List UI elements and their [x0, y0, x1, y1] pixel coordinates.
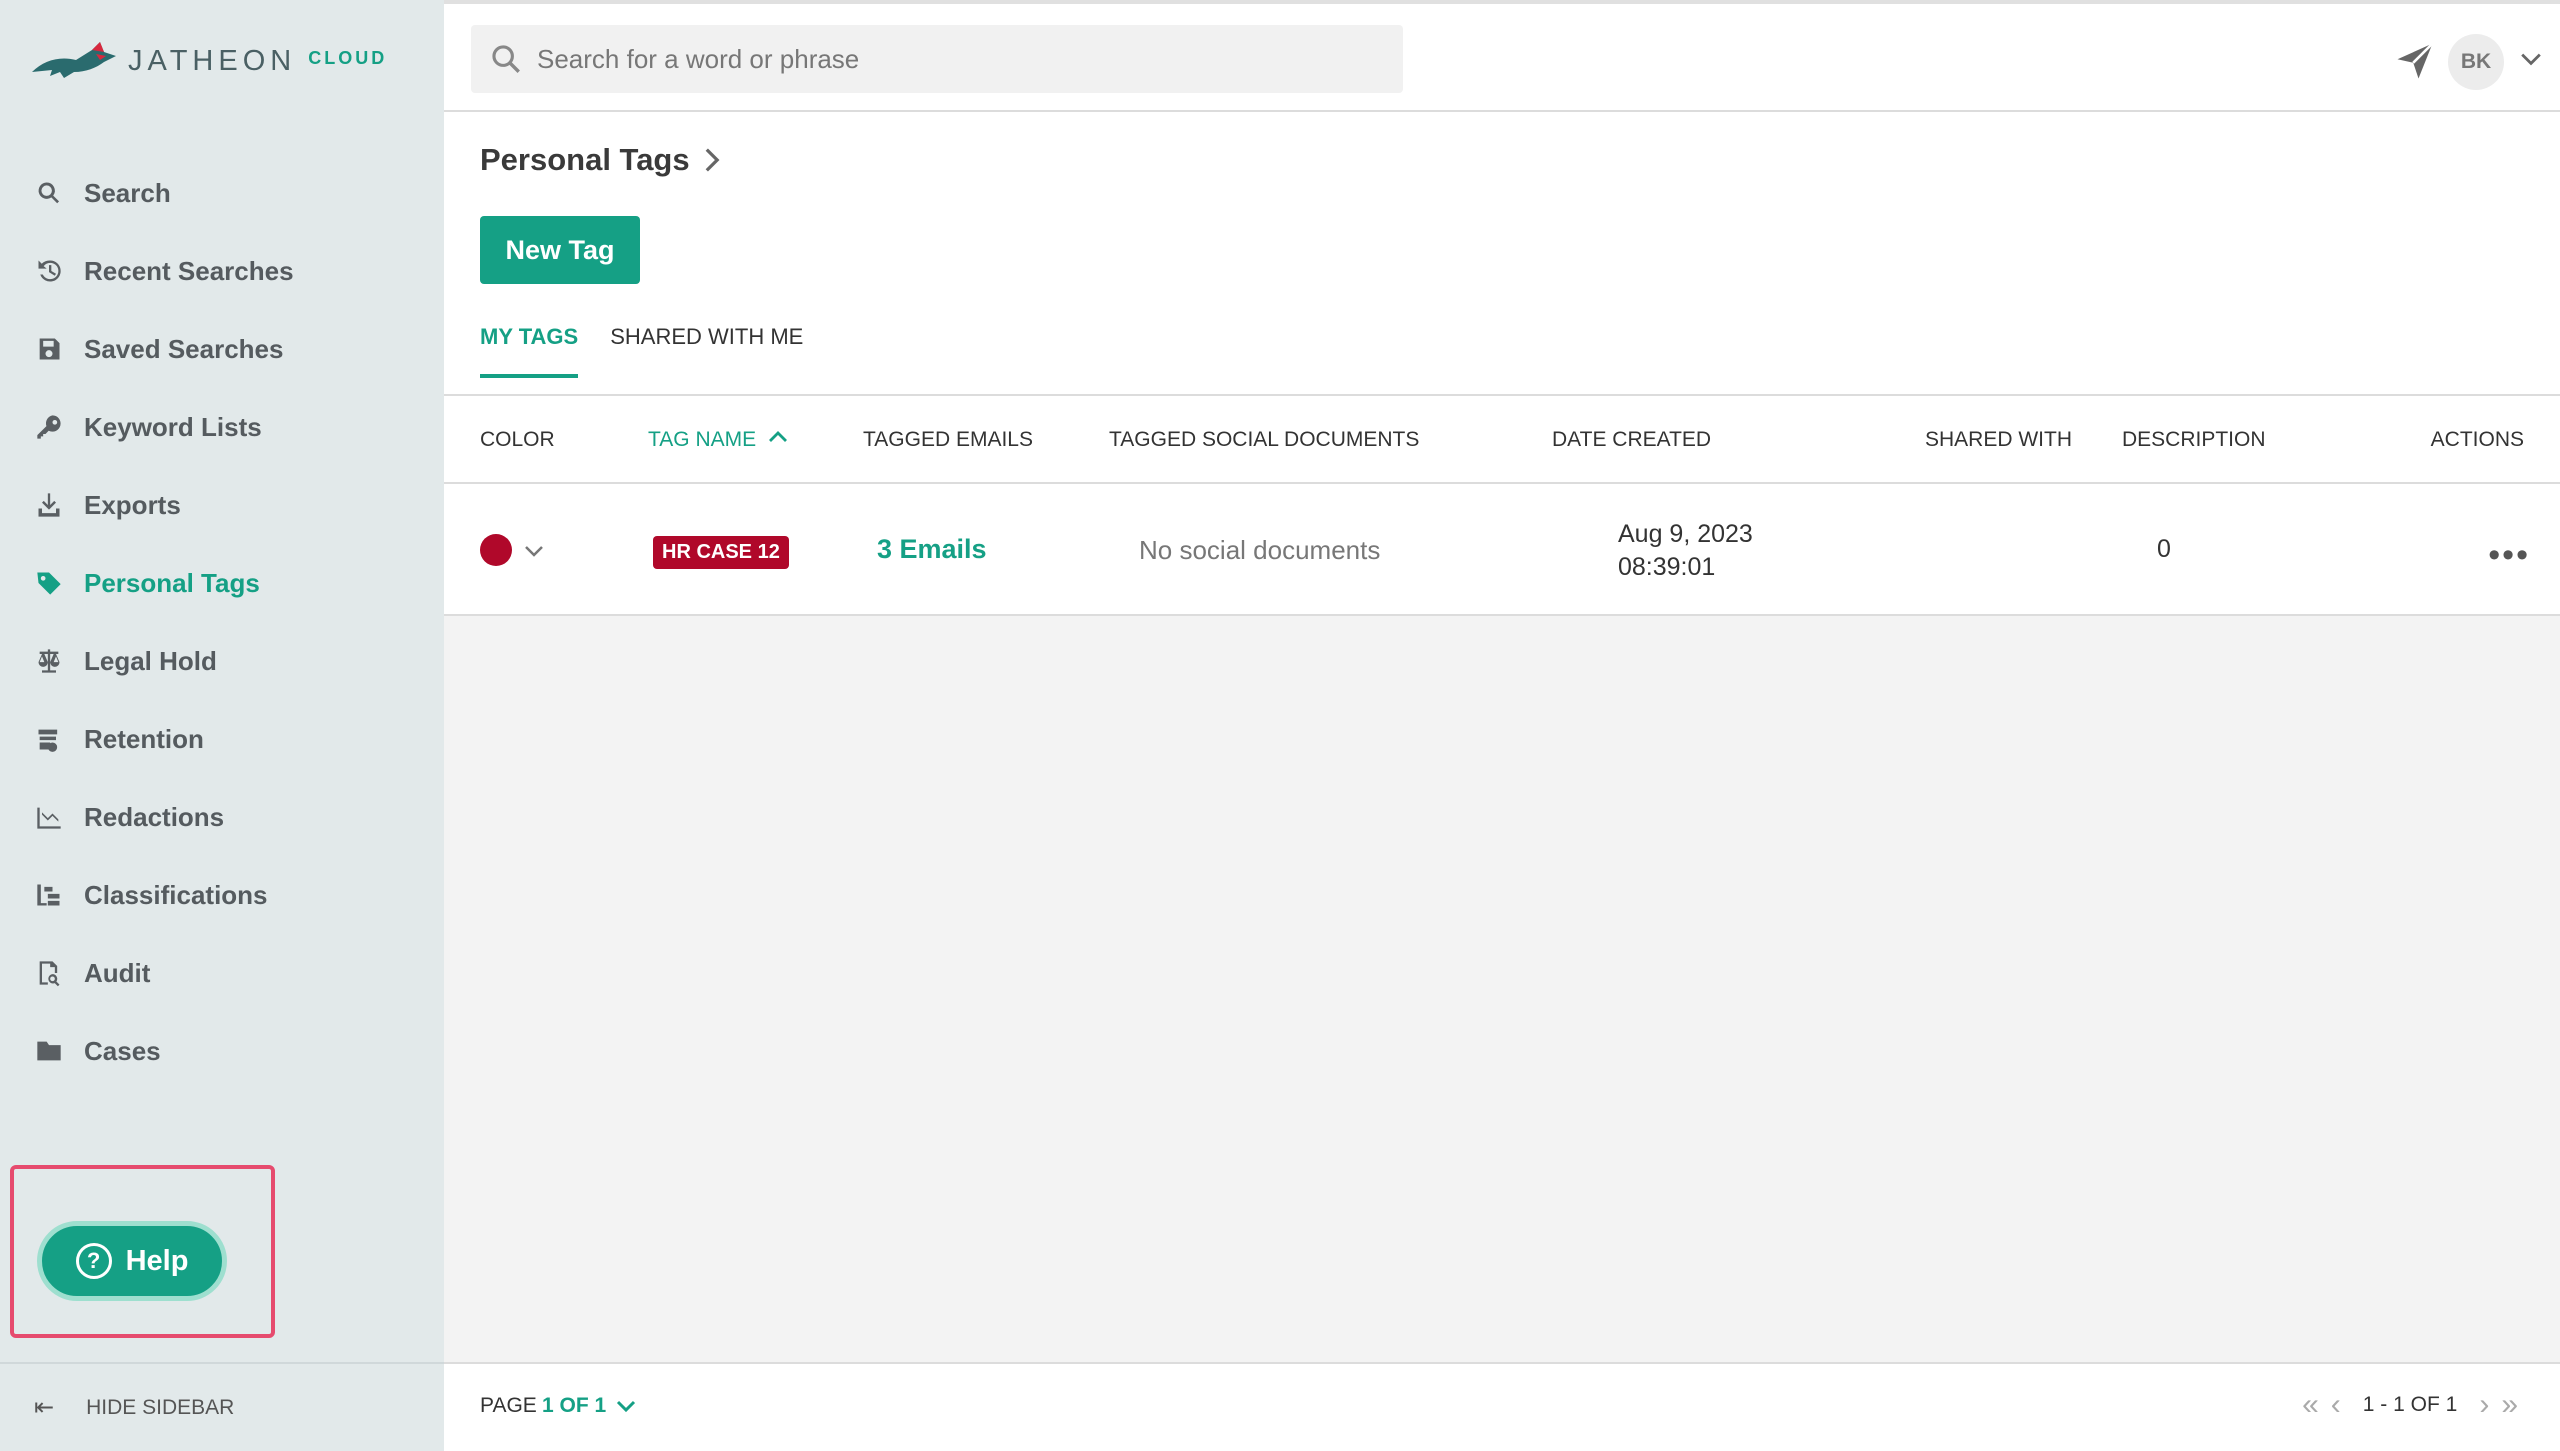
search-input[interactable] — [537, 43, 1397, 75]
sidebar-item-label: Audit — [84, 957, 151, 988]
tag-name-badge[interactable]: HR CASE 12 — [653, 536, 789, 569]
chevron-down-icon — [617, 1400, 636, 1413]
sidebar-item-label: Cases — [84, 1035, 161, 1066]
tab-my-tags[interactable]: MY TAGS — [480, 324, 579, 378]
sidebar-item-saved-searches[interactable]: Saved Searches — [0, 310, 444, 388]
content-header: Personal Tags New Tag MY TAGS SHARED WIT… — [444, 112, 2560, 394]
sidebar-item-keyword-lists[interactable]: Keyword Lists — [0, 388, 444, 466]
previous-page-icon[interactable]: ‹ — [2331, 1388, 2341, 1422]
more-actions-icon[interactable]: ••• — [2488, 536, 2530, 575]
results-range: 1 - 1 OF 1 — [2362, 1393, 2458, 1416]
download-icon — [34, 490, 64, 520]
sidebar-item-label: Redactions — [84, 801, 225, 832]
column-header-tagged-emails[interactable]: TAGGED EMAILS — [863, 428, 1033, 452]
column-header-label: TAG NAME — [648, 428, 757, 451]
breadcrumb: Personal Tags — [480, 142, 720, 178]
fox-logo-icon — [32, 42, 116, 78]
key-icon — [34, 412, 64, 442]
sidebar-item-personal-tags[interactable]: Personal Tags — [0, 544, 444, 622]
table-row[interactable]: HR CASE 12 3 Emails No social documents … — [444, 484, 2560, 616]
column-header-actions: ACTIONS — [2430, 428, 2524, 451]
tab-shared-with-me[interactable]: SHARED WITH ME — [610, 324, 803, 378]
date-created-time: 08:39:01 — [1618, 553, 1716, 581]
question-icon: ? — [75, 1243, 112, 1279]
column-header-tag-name[interactable]: TAG NAME — [648, 428, 788, 452]
sidebar-item-label: Exports — [84, 489, 181, 520]
tagged-social-documents: No social documents — [1139, 535, 1381, 565]
sidebar-item-label: Classifications — [84, 879, 268, 910]
page-title: Personal Tags — [480, 142, 690, 177]
sidebar-item-redactions[interactable]: Redactions — [0, 778, 444, 856]
sidebar-item-label: Retention — [84, 723, 204, 754]
sidebar-item-classifications[interactable]: Classifications — [0, 856, 444, 934]
hide-sidebar-label: HIDE SIDEBAR — [86, 1395, 235, 1419]
sidebar-item-legal-hold[interactable]: Legal Hold — [0, 622, 444, 700]
collapse-left-icon: ⇤ — [34, 1394, 55, 1421]
top-bar: BK — [444, 0, 2560, 112]
page-label: PAGE — [480, 1394, 537, 1417]
tag-color-swatch[interactable] — [480, 534, 512, 566]
sidebar-item-label: Recent Searches — [84, 255, 294, 286]
save-icon — [34, 334, 64, 364]
sidebar-item-label: Keyword Lists — [84, 411, 262, 442]
history-icon — [34, 256, 64, 286]
classification-icon — [34, 880, 64, 910]
hide-sidebar-button[interactable]: ⇤ HIDE SIDEBAR — [0, 1362, 444, 1451]
footer-pagination: PAGE 1 OF 1 « ‹ 1 - 1 OF 1 › » — [444, 1362, 2560, 1451]
sidebar-item-label: Personal Tags — [84, 567, 260, 598]
redaction-icon — [34, 802, 64, 832]
audit-icon — [34, 958, 64, 988]
tabs: MY TAGS SHARED WITH ME — [480, 324, 835, 378]
chevron-down-icon[interactable] — [2520, 52, 2542, 66]
sidebar-item-search[interactable]: Search — [0, 154, 444, 232]
tags-table: COLOR TAG NAME TAGGED EMAILS TAGGED SOCI… — [444, 394, 2560, 616]
help-button[interactable]: ? Help — [37, 1221, 227, 1301]
logo-suffix: CLOUD — [308, 47, 388, 68]
sidebar-item-recent-searches[interactable]: Recent Searches — [0, 232, 444, 310]
first-page-icon[interactable]: « — [2302, 1388, 2319, 1422]
next-page-icon[interactable]: › — [2479, 1388, 2489, 1422]
sidebar-item-audit[interactable]: Audit — [0, 934, 444, 1012]
sort-ascending-icon — [768, 431, 787, 442]
avatar[interactable]: BK — [2448, 34, 2504, 90]
sidebar-item-label: Saved Searches — [84, 333, 284, 364]
page-select[interactable]: 1 OF 1 — [542, 1394, 636, 1418]
column-header-shared-with[interactable]: SHARED WITH — [1925, 428, 2072, 452]
search-icon — [492, 45, 520, 73]
logo[interactable]: JATHEON CLOUD — [30, 36, 387, 86]
sidebar-item-cases[interactable]: Cases — [0, 1012, 444, 1090]
column-header-color[interactable]: COLOR — [480, 428, 555, 452]
chevron-right-icon[interactable] — [704, 147, 720, 173]
tagged-emails-link[interactable]: 3 Emails — [877, 534, 987, 565]
scale-icon — [34, 646, 64, 676]
pager: « ‹ 1 - 1 OF 1 › » — [2296, 1388, 2524, 1422]
column-header-tagged-social-documents[interactable]: TAGGED SOCIAL DOCUMENTS — [1109, 428, 1419, 452]
sidebar-item-exports[interactable]: Exports — [0, 466, 444, 544]
new-tag-button[interactable]: New Tag — [480, 216, 640, 284]
sidebar-item-label: Search — [84, 177, 171, 208]
global-search[interactable] — [471, 25, 1403, 93]
last-page-icon[interactable]: » — [2501, 1388, 2518, 1422]
date-created-date: Aug 9, 2023 — [1618, 520, 1753, 548]
tag-icon — [34, 568, 64, 598]
sidebar-item-label: Legal Hold — [84, 645, 217, 676]
folder-icon — [34, 1036, 64, 1066]
sidebar: JATHEON CLOUD Search Recent Searches Sav… — [0, 0, 444, 1451]
retention-icon — [34, 724, 64, 754]
chevron-down-icon[interactable] — [524, 544, 544, 558]
date-created: Aug 9, 2023 08:39:01 — [1618, 518, 1753, 584]
search-icon — [34, 178, 64, 208]
help-label: Help — [125, 1244, 189, 1277]
column-header-description[interactable]: DESCRIPTION — [2122, 428, 2266, 452]
column-header-date-created[interactable]: DATE CREATED — [1552, 428, 1711, 452]
logo-text: JATHEON — [128, 44, 297, 77]
sidebar-item-retention[interactable]: Retention — [0, 700, 444, 778]
description: 0 — [2157, 535, 2171, 563]
page-value: 1 OF 1 — [542, 1394, 607, 1417]
sidebar-nav: Search Recent Searches Saved Searches Ke… — [0, 154, 444, 1090]
send-icon[interactable] — [2394, 40, 2436, 82]
table-header: COLOR TAG NAME TAGGED EMAILS TAGGED SOCI… — [444, 396, 2560, 484]
